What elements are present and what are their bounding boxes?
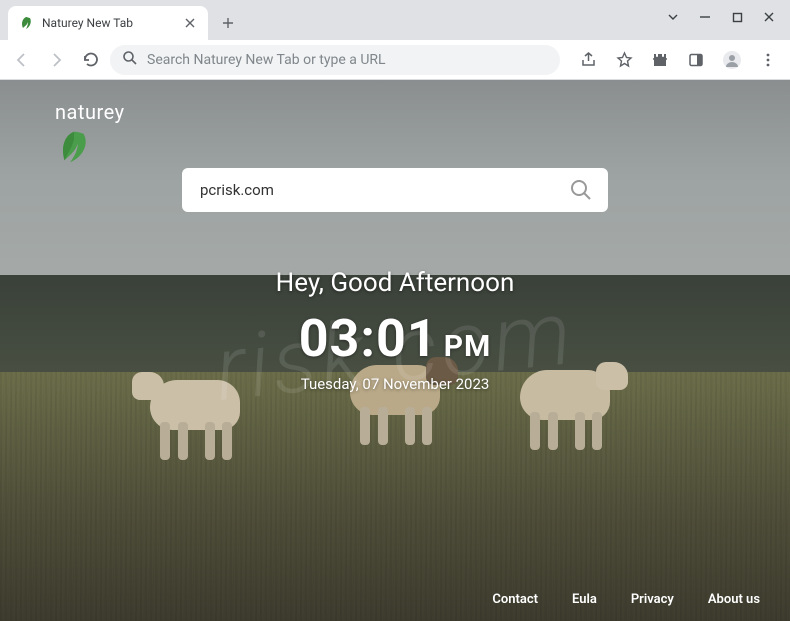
reload-button[interactable] [76, 46, 104, 74]
footer-link-about[interactable]: About us [708, 592, 760, 607]
omnibox-placeholder: Search Naturey New Tab or type a URL [147, 52, 548, 68]
window-close-icon[interactable] [762, 10, 776, 24]
profile-avatar-icon[interactable] [718, 46, 746, 74]
kebab-menu-icon[interactable] [754, 46, 782, 74]
tab-favicon-leaf-icon [18, 15, 34, 31]
clock: 03:01PM [0, 308, 790, 369]
search-button[interactable] [566, 175, 596, 205]
window-minimize-icon[interactable] [698, 10, 712, 24]
greeting-text: Hey, Good Afternoon [0, 268, 790, 298]
sidepanel-icon[interactable] [682, 46, 710, 74]
logo-leaf-icon [55, 128, 93, 166]
footer-link-contact[interactable]: Contact [492, 592, 538, 607]
clock-time: 03:01 [299, 308, 438, 369]
browser-toolbar: Search Naturey New Tab or type a URL [0, 40, 790, 80]
tab-title: Naturey New Tab [42, 16, 174, 30]
tab-close-icon[interactable] [182, 15, 198, 31]
page-content: risk.com naturey Hey, Good Afternoon 03:… [0, 80, 790, 621]
clock-ampm: PM [444, 329, 492, 364]
nav-forward-button[interactable] [42, 46, 70, 74]
bookmark-star-icon[interactable] [610, 46, 638, 74]
search-box[interactable] [182, 168, 608, 212]
nav-back-button[interactable] [8, 46, 36, 74]
browser-tab[interactable]: Naturey New Tab [8, 6, 208, 40]
new-tab-button[interactable] [214, 9, 242, 37]
footer-links: Contact Eula Privacy About us [492, 592, 760, 607]
logo-text: naturey [55, 100, 125, 124]
share-icon[interactable] [574, 46, 602, 74]
footer-link-eula[interactable]: Eula [572, 592, 597, 607]
window-titlebar: Naturey New Tab [0, 0, 790, 40]
extensions-puzzle-icon[interactable] [646, 46, 674, 74]
omnibox[interactable]: Search Naturey New Tab or type a URL [110, 45, 560, 75]
footer-link-privacy[interactable]: Privacy [631, 592, 674, 607]
search-icon [122, 50, 137, 69]
logo: naturey [55, 100, 125, 170]
window-maximize-icon[interactable] [730, 10, 744, 24]
greeting-block: Hey, Good Afternoon 03:01PM Tuesday, 07 … [0, 268, 790, 393]
search-input[interactable] [200, 181, 566, 199]
date-text: Tuesday, 07 November 2023 [0, 375, 790, 393]
chevron-down-icon[interactable] [666, 10, 680, 24]
